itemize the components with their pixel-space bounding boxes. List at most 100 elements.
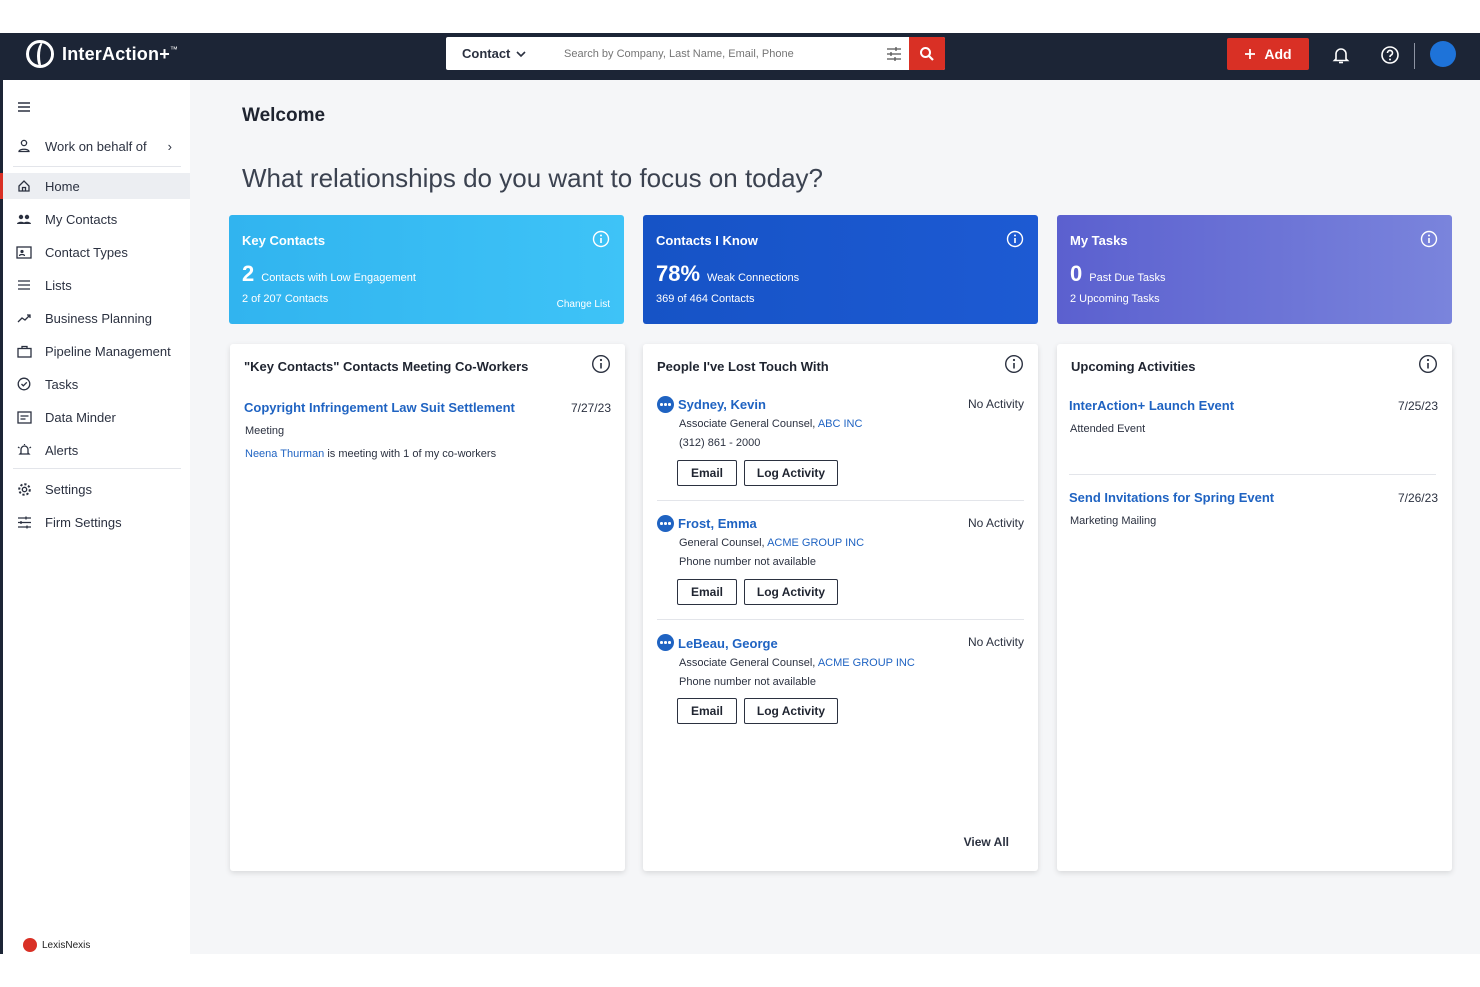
trend-icon xyxy=(3,312,45,324)
card-title: People I've Lost Touch With xyxy=(657,359,829,374)
work-on-behalf-item[interactable]: Work on behalf of › xyxy=(3,133,190,159)
list-icon xyxy=(3,279,45,291)
sidebar-item-alerts[interactable]: Alerts xyxy=(3,437,190,463)
log-activity-button[interactable]: Log Activity xyxy=(744,579,838,605)
activity-title-link[interactable]: Copyright Infringement Law Suit Settleme… xyxy=(244,400,515,415)
company-link[interactable]: ACME GROUP INC xyxy=(767,537,864,549)
chevron-right-icon: › xyxy=(167,138,172,154)
info-icon[interactable] xyxy=(591,354,611,374)
work-on-behalf-label: Work on behalf of xyxy=(45,138,147,154)
kpi-key-contacts[interactable]: Key Contacts 2 Contacts with Low Engagem… xyxy=(229,215,624,324)
activity-type: Attended Event xyxy=(1070,423,1146,435)
sidebar-item-settings[interactable]: Settings xyxy=(3,476,190,502)
row-divider xyxy=(657,619,1024,620)
sidebar-item-label: Home xyxy=(45,178,80,194)
person-icon xyxy=(3,139,45,153)
kpi-value: 0 xyxy=(1070,261,1083,286)
card-title: Upcoming Activities xyxy=(1071,359,1196,374)
info-icon[interactable] xyxy=(1006,230,1024,248)
card-title: "Key Contacts" Contacts Meeting Co-Worke… xyxy=(244,359,529,374)
activity-title-link[interactable]: InterAction+ Launch Event xyxy=(1069,398,1234,413)
sidebar-item-label: Lists xyxy=(45,277,72,293)
contact-name-link[interactable]: LeBeau, George xyxy=(678,636,778,651)
briefcase-icon xyxy=(3,345,45,358)
kpi-label: Past Due Tasks xyxy=(1089,272,1166,284)
log-activity-button[interactable]: Log Activity xyxy=(744,460,838,486)
contact-role: Associate General Counsel, ACME GROUP IN… xyxy=(679,657,915,669)
info-icon[interactable] xyxy=(1418,354,1438,374)
activity-date: 7/25/23 xyxy=(1397,399,1438,413)
sidebar-item-pipeline-management[interactable]: Pipeline Management xyxy=(3,338,190,364)
kpi-my-tasks[interactable]: My Tasks 0 Past Due Tasks 2 Upcoming Tas… xyxy=(1057,215,1452,324)
info-icon[interactable] xyxy=(1004,354,1024,374)
logo-mark-icon xyxy=(26,40,54,68)
sidebar-item-my-contacts[interactable]: My Contacts xyxy=(3,206,190,232)
sidebar-item-data-minder[interactable]: Data Minder xyxy=(3,404,190,430)
sidebar-item-label: Contact Types xyxy=(45,244,128,260)
sidebar-item-label: My Contacts xyxy=(45,211,118,227)
search-input[interactable] xyxy=(546,47,879,60)
app-window: InterAction+ ™ Contact Add xyxy=(0,33,1480,954)
row-divider xyxy=(1069,474,1436,475)
lost-touch-card: People I've Lost Touch With Sydney, Kevi… xyxy=(643,344,1038,871)
plus-icon xyxy=(1245,49,1256,59)
search-button[interactable] xyxy=(909,37,945,70)
info-icon[interactable] xyxy=(1420,230,1438,248)
top-bar: InterAction+ ™ Contact Add xyxy=(0,33,1480,80)
activity-date: 7/26/23 xyxy=(1397,491,1438,505)
sidebar-item-business-planning[interactable]: Business Planning xyxy=(3,305,190,331)
search-type-dropdown[interactable]: Contact xyxy=(446,46,546,61)
view-all-link[interactable]: View All xyxy=(964,835,1009,849)
kpi-sub: 2 of 207 Contacts xyxy=(242,293,329,305)
sidebar-item-lists[interactable]: Lists xyxy=(3,272,190,298)
row-divider xyxy=(657,500,1024,501)
email-button[interactable]: Email xyxy=(677,698,737,724)
activity-type: Marketing Mailing xyxy=(1070,515,1157,527)
company-link[interactable]: ACME GROUP INC xyxy=(818,657,915,669)
email-button[interactable]: Email xyxy=(677,460,737,486)
sidebar-item-tasks[interactable]: Tasks xyxy=(3,371,190,397)
trademark: ™ xyxy=(169,44,178,54)
change-list-link[interactable]: Change List xyxy=(557,299,610,310)
search-icon xyxy=(920,46,934,61)
info-icon[interactable] xyxy=(592,230,610,248)
contact-name-link[interactable]: Sydney, Kevin xyxy=(678,397,766,412)
help-icon[interactable] xyxy=(1380,45,1400,70)
bell-icon[interactable] xyxy=(1331,45,1351,70)
email-button[interactable]: Email xyxy=(677,579,737,605)
sidebar-item-label: Firm Settings xyxy=(45,514,122,530)
sidebar-item-home[interactable]: Home xyxy=(0,173,190,199)
contact-phone[interactable]: (312) 861 - 2000 xyxy=(679,437,760,449)
filter-icon[interactable] xyxy=(879,37,909,70)
upcoming-activities-card: Upcoming Activities InterAction+ Launch … xyxy=(1057,344,1452,871)
sidebar-item-label: Alerts xyxy=(45,442,79,458)
contact-title: Associate General Counsel, xyxy=(679,657,818,669)
contact-title: Associate General Counsel, xyxy=(679,418,818,430)
search-bar: Contact xyxy=(446,37,945,70)
activity-title-link[interactable]: Send Invitations for Spring Event xyxy=(1069,490,1274,505)
sidebar-item-contact-types[interactable]: Contact Types xyxy=(3,239,190,265)
avatar[interactable] xyxy=(1430,41,1456,67)
contact-name-link[interactable]: Frost, Emma xyxy=(678,516,757,531)
kpi-contacts-i-know[interactable]: Contacts I Know 78% Weak Connections 369… xyxy=(643,215,1038,324)
contact-title: General Counsel, xyxy=(679,537,768,549)
kpi-sub: 369 of 464 Contacts xyxy=(656,293,755,305)
contact-card-icon xyxy=(3,245,45,259)
company-link[interactable]: ABC INC xyxy=(818,418,863,430)
contact-role: Associate General Counsel, ABC INC xyxy=(679,418,862,430)
log-activity-button[interactable]: Log Activity xyxy=(744,698,838,724)
kpi-label: Weak Connections xyxy=(707,272,800,284)
activity-status: No Activity xyxy=(967,635,1024,649)
sidebar-item-firm-settings[interactable]: Firm Settings xyxy=(3,509,190,535)
hamburger-icon[interactable] xyxy=(17,100,31,118)
person-link[interactable]: Neena Thurman xyxy=(245,448,324,460)
activity-status: No Activity xyxy=(967,516,1024,530)
lexisnexis-logo: LexisNexis xyxy=(23,938,90,952)
app-name: InterAction+ xyxy=(62,43,170,64)
coworkers-card: "Key Contacts" Contacts Meeting Co-Worke… xyxy=(230,344,625,871)
activity-note-text: is meeting with 1 of my co-workers xyxy=(324,448,497,460)
contact-avatar-icon xyxy=(657,515,674,532)
app-logo[interactable]: InterAction+ ™ xyxy=(26,40,178,68)
sidebar-item-label: Pipeline Management xyxy=(45,343,171,359)
add-button[interactable]: Add xyxy=(1227,38,1309,70)
